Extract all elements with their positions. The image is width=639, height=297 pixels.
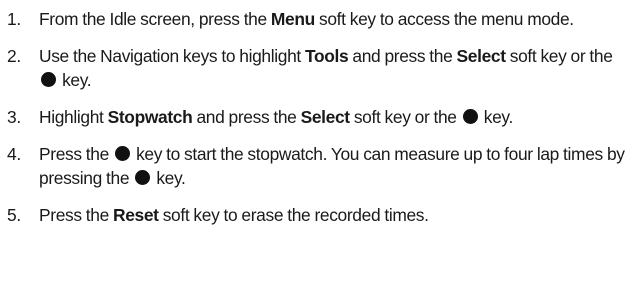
instruction-text: Use the Navigation keys to highlight bbox=[39, 46, 305, 66]
step-2: 2. Use the Navigation keys to highlight … bbox=[0, 44, 639, 92]
instruction-page: 1. From the Idle screen, press the Menu … bbox=[0, 0, 639, 297]
instruction-text: Highlight bbox=[39, 107, 108, 127]
step-text: From the Idle screen, press the Menu sof… bbox=[39, 7, 633, 31]
instruction-text: soft key to access the menu mode. bbox=[314, 9, 574, 29]
instruction-text: and press the bbox=[348, 46, 457, 66]
key-name-label: Stopwatch bbox=[107, 107, 193, 127]
center-key-dot-icon bbox=[115, 146, 130, 161]
step-number: 2. bbox=[7, 46, 21, 66]
step-text: Use the Navigation keys to highlight Too… bbox=[39, 44, 633, 92]
step-number: 3. bbox=[7, 107, 21, 127]
step-4: 4. Press the key to start the stopwatch.… bbox=[0, 142, 639, 190]
step-text: Highlight Stopwatch and press the Select… bbox=[39, 105, 633, 129]
instruction-text: key. bbox=[58, 70, 92, 90]
step-number: 1. bbox=[7, 9, 21, 29]
instruction-text: soft key to erase the recorded times. bbox=[158, 205, 429, 225]
instruction-text: Press the bbox=[39, 144, 113, 164]
instruction-text: and press the bbox=[192, 107, 301, 127]
instruction-text: soft key or the bbox=[349, 107, 461, 127]
key-name-label: Menu bbox=[270, 9, 315, 29]
center-key-dot-icon bbox=[41, 72, 56, 87]
step-number: 5. bbox=[7, 205, 21, 225]
step-text: Press the key to start the stopwatch. Yo… bbox=[39, 142, 633, 190]
key-name-label: Select bbox=[300, 107, 350, 127]
instruction-text: soft key or the bbox=[505, 46, 613, 66]
step-5: 5. Press the Reset soft key to erase the… bbox=[0, 203, 639, 227]
key-name-label: Select bbox=[456, 46, 506, 66]
instruction-text: Press the bbox=[39, 205, 113, 225]
key-name-label: Reset bbox=[113, 205, 159, 225]
key-name-label: Tools bbox=[304, 46, 349, 66]
step-text: Press the Reset soft key to erase the re… bbox=[39, 203, 633, 227]
step-1: 1. From the Idle screen, press the Menu … bbox=[0, 7, 639, 31]
center-key-dot-icon bbox=[135, 170, 151, 185]
instruction-text: key. bbox=[479, 107, 514, 127]
step-number: 4. bbox=[7, 144, 21, 164]
step-3: 3. Highlight Stopwatch and press the Sel… bbox=[0, 105, 639, 129]
instruction-text: From the Idle screen, press the bbox=[39, 9, 271, 29]
center-key-dot-icon bbox=[462, 109, 478, 124]
instruction-text: key. bbox=[152, 168, 186, 188]
